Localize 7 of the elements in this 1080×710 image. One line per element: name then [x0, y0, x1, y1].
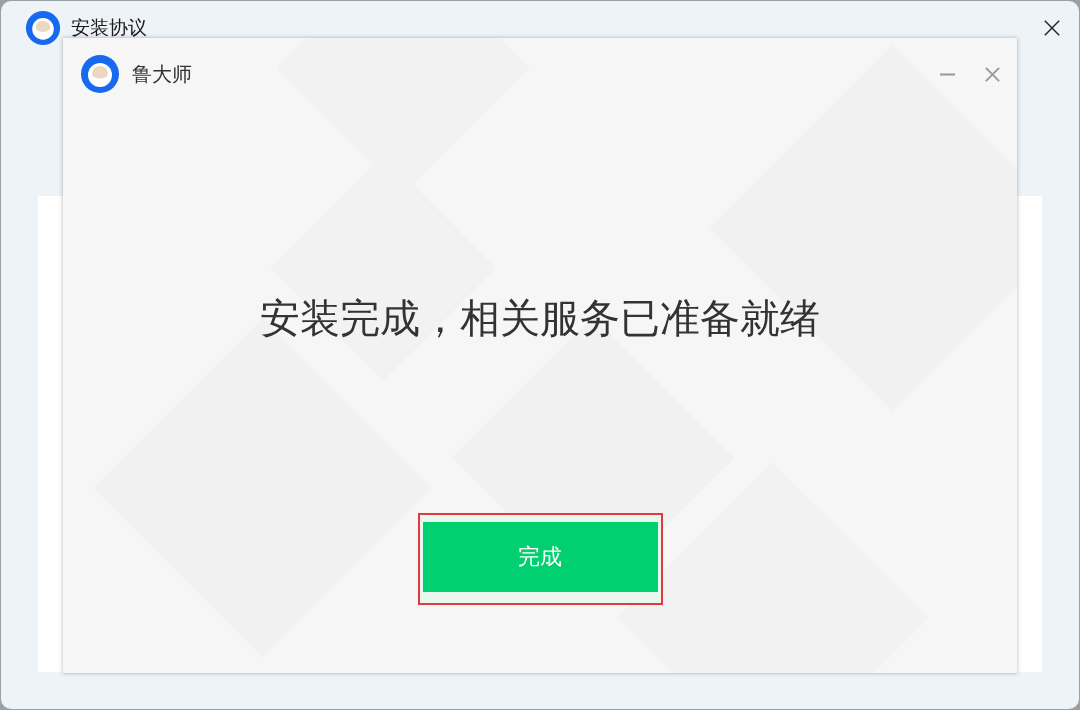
window-title: 安装协议 [71, 15, 147, 40]
close-icon[interactable] [1043, 19, 1061, 37]
logo-icon [80, 54, 120, 94]
status-message: 安装完成，相关服务已准备就绪 [260, 294, 820, 343]
dialog-title: 鲁大师 [132, 60, 192, 88]
finish-button[interactable]: 完成 [422, 522, 658, 592]
logo-icon [25, 10, 61, 46]
